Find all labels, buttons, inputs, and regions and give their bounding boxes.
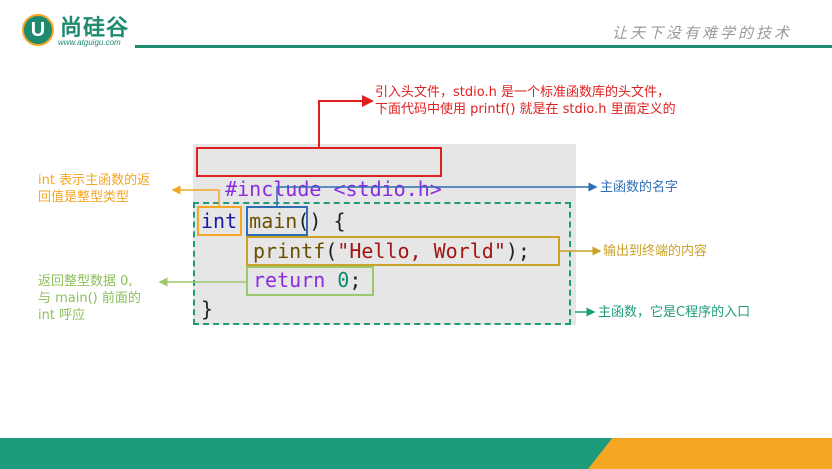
footer-bar-green (0, 438, 620, 469)
body-note: 主函数，它是C程序的入口 (598, 305, 751, 320)
include-connector (318, 95, 374, 147)
footer-bar-orange (588, 438, 832, 469)
return-note-line2: 与 main() 前面的 (38, 291, 141, 306)
return-note-line1: 返回整型数据 0, (38, 274, 133, 289)
int-note: int 表示主函数的返 回值是整型类型 (38, 172, 150, 206)
connector-lines (158, 95, 602, 317)
int-note-line2: 回值是整型类型 (38, 190, 130, 205)
main-note: 主函数的名字 (600, 180, 679, 195)
int-connector (171, 185, 220, 206)
include-note-line2: 下面代码中使用 printf() 就是在 stdio.h 里面定义的 (375, 102, 676, 117)
main-connector (276, 182, 598, 206)
include-note-line1: 引入头文件，stdio.h 是一个标准函数库的头文件， (375, 85, 670, 100)
include-note: 引入头文件，stdio.h 是一个标准函数库的头文件， 下面代码中使用 prin… (375, 84, 676, 118)
printf-note: 输出到终端的内容 (603, 244, 708, 259)
return-note: 返回整型数据 0, 与 main() 前面的 int 呼应 (38, 273, 141, 324)
return-note-line3: int 呼应 (38, 308, 86, 323)
int-note-line1: int 表示主函数的返 (38, 173, 151, 188)
